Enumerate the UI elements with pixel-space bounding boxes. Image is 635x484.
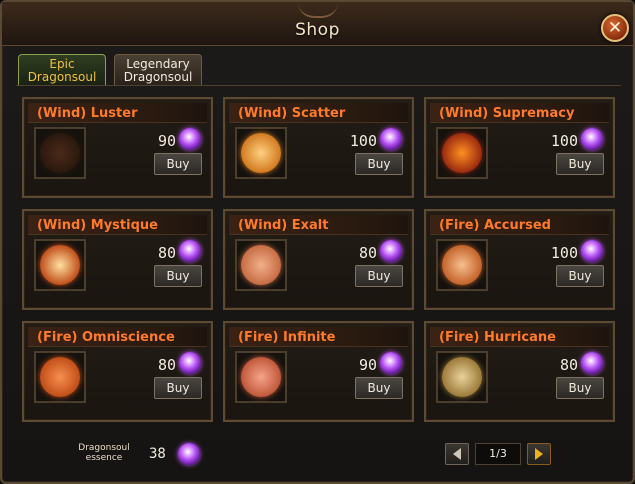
shop-window: Shop ✕ Epic Dragonsoul Legendary Dragons… xyxy=(0,0,635,484)
tab-label-line2: Dragonsoul xyxy=(123,70,193,84)
item-header: (Fire) Infinite xyxy=(229,327,408,347)
buy-button[interactable]: Buy xyxy=(355,377,403,399)
buy-button[interactable]: Buy xyxy=(154,377,202,399)
buy-button[interactable]: Buy xyxy=(556,377,604,399)
item-name: (Fire) Hurricane xyxy=(439,330,556,345)
shop-item-card: (Wind) Exalt 80 Buy xyxy=(223,209,414,310)
triangle-left-icon xyxy=(453,448,461,460)
item-name: (Wind) Mystique xyxy=(37,218,158,233)
purple-gem-icon xyxy=(581,240,603,262)
dragonsoul-orb-icon xyxy=(40,245,80,285)
item-name: (Fire) Accursed xyxy=(439,218,551,233)
item-icon-frame[interactable] xyxy=(34,239,86,291)
item-name: (Fire) Infinite xyxy=(238,330,336,345)
tab-divider xyxy=(16,85,621,86)
shop-item-card: (Fire) Accursed 100 Buy xyxy=(424,209,615,310)
purple-gem-icon xyxy=(380,240,402,262)
buy-button[interactable]: Buy xyxy=(556,265,604,287)
purple-gem-icon xyxy=(581,128,603,150)
item-name: (Wind) Exalt xyxy=(238,218,329,233)
purple-gem-icon xyxy=(179,352,201,374)
item-price: 80 xyxy=(559,356,578,374)
buy-button[interactable]: Buy xyxy=(355,153,403,175)
page-indicator: 1/3 xyxy=(475,443,521,465)
shop-item-card: (Wind) Mystique 80 Buy xyxy=(22,209,213,310)
item-icon-frame[interactable] xyxy=(235,127,287,179)
item-header: (Fire) Omniscience xyxy=(28,327,207,347)
item-icon-frame[interactable] xyxy=(235,351,287,403)
dragonsoul-essence-label: Dragonsoul essence xyxy=(73,443,135,463)
item-name: (Wind) Supremacy xyxy=(439,106,575,121)
essence-label-line2: essence xyxy=(85,453,123,463)
item-icon-frame[interactable] xyxy=(436,351,488,403)
triangle-right-icon xyxy=(535,448,543,460)
buy-button[interactable]: Buy xyxy=(154,265,202,287)
window-title: Shop xyxy=(295,20,340,40)
shop-item-card: (Wind) Supremacy 100 Buy xyxy=(424,97,615,198)
dragonsoul-orb-icon xyxy=(442,245,482,285)
dragonsoul-orb-icon xyxy=(40,133,80,173)
item-header: (Wind) Mystique xyxy=(28,215,207,235)
dragonsoul-orb-icon xyxy=(241,133,281,173)
buy-button[interactable]: Buy xyxy=(355,265,403,287)
item-header: (Fire) Hurricane xyxy=(430,327,609,347)
tab-epic-dragonsoul[interactable]: Epic Dragonsoul xyxy=(18,54,106,85)
previous-page-button[interactable] xyxy=(445,443,469,465)
item-header: (Fire) Accursed xyxy=(430,215,609,235)
dragonsoul-orb-icon xyxy=(241,245,281,285)
item-name: (Wind) Scatter xyxy=(238,106,346,121)
dragonsoul-orb-icon xyxy=(442,133,482,173)
item-price: 100 xyxy=(349,132,377,150)
close-button[interactable]: ✕ xyxy=(601,14,629,42)
item-icon-frame[interactable] xyxy=(34,127,86,179)
shop-item-card: (Fire) Omniscience 80 Buy xyxy=(22,321,213,422)
item-header: (Wind) Exalt xyxy=(229,215,408,235)
purple-gem-icon xyxy=(179,240,201,262)
shop-item-card: (Wind) Luster 90 Buy xyxy=(22,97,213,198)
essence-label-line1: Dragonsoul xyxy=(78,443,130,453)
title-ornament xyxy=(298,2,338,18)
purple-gem-icon xyxy=(179,128,201,150)
item-price: 90 xyxy=(157,132,176,150)
purple-gem-icon xyxy=(380,128,402,150)
item-icon-frame[interactable] xyxy=(235,239,287,291)
item-grid: (Wind) Luster 90 Buy (Wind) Scatter 100 … xyxy=(22,97,618,423)
item-name: (Fire) Omniscience xyxy=(37,330,175,345)
purple-gem-icon xyxy=(581,352,603,374)
dragonsoul-orb-icon xyxy=(442,357,482,397)
item-name: (Wind) Luster xyxy=(37,106,138,121)
purple-gem-icon xyxy=(178,443,200,465)
item-header: (Wind) Supremacy xyxy=(430,103,609,123)
buy-button[interactable]: Buy xyxy=(154,153,202,175)
item-icon-frame[interactable] xyxy=(436,127,488,179)
item-price: 90 xyxy=(358,356,377,374)
item-header: (Wind) Luster xyxy=(28,103,207,123)
shop-item-card: (Wind) Scatter 100 Buy xyxy=(223,97,414,198)
title-bar: Shop ✕ xyxy=(2,2,633,46)
next-page-button[interactable] xyxy=(527,443,551,465)
item-price: 80 xyxy=(157,356,176,374)
tab-label-line2: Dragonsoul xyxy=(27,70,97,84)
item-price: 80 xyxy=(358,244,377,262)
tab-legendary-dragonsoul[interactable]: Legendary Dragonsoul xyxy=(114,54,202,85)
dragonsoul-essence-value: 38 xyxy=(149,446,166,462)
shop-item-card: (Fire) Hurricane 80 Buy xyxy=(424,321,615,422)
item-price: 100 xyxy=(550,244,578,262)
item-price: 100 xyxy=(550,132,578,150)
shop-item-card: (Fire) Infinite 90 Buy xyxy=(223,321,414,422)
dragonsoul-orb-icon xyxy=(241,357,281,397)
item-price: 80 xyxy=(157,244,176,262)
item-header: (Wind) Scatter xyxy=(229,103,408,123)
dragonsoul-orb-icon xyxy=(40,357,80,397)
item-icon-frame[interactable] xyxy=(34,351,86,403)
buy-button[interactable]: Buy xyxy=(556,153,604,175)
close-icon: ✕ xyxy=(607,18,623,38)
purple-gem-icon xyxy=(380,352,402,374)
item-icon-frame[interactable] xyxy=(436,239,488,291)
